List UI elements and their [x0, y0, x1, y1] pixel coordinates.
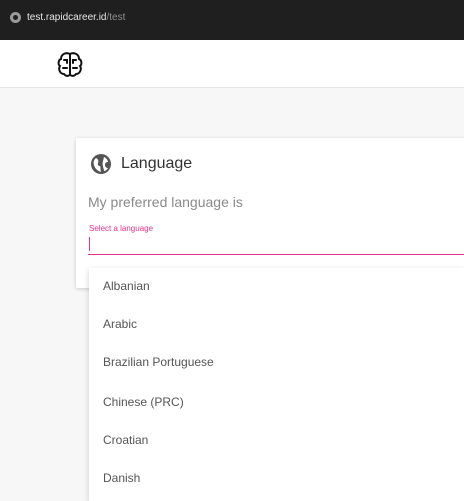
dropdown-option[interactable]: Arabic	[103, 314, 137, 334]
card-header: Language	[90, 153, 192, 175]
dropdown-option[interactable]: Chinese (PRC)	[103, 392, 184, 412]
globe-icon	[91, 154, 111, 174]
language-dropdown[interactable]: Albanian Arabic Brazilian Portuguese Chi…	[89, 268, 464, 501]
card-title: Language	[121, 155, 193, 172]
select-label: Select a language	[89, 224, 154, 233]
app-header	[0, 40, 464, 88]
dropdown-option[interactable]: Croatian	[103, 430, 148, 450]
dropdown-option[interactable]: Albanian	[103, 276, 150, 296]
card-description: My preferred language is	[88, 194, 243, 210]
dropdown-option[interactable]: Danish	[103, 468, 140, 488]
site-info-icon[interactable]	[10, 12, 21, 23]
text-caret	[89, 237, 90, 251]
url-display[interactable]: test.rapidcareer.id /test	[10, 12, 125, 23]
browser-address-bar[interactable]: test.rapidcareer.id /test	[0, 0, 464, 40]
url-path: /test	[106, 12, 126, 23]
url-host: test.rapidcareer.id	[27, 12, 107, 23]
language-card: Language My preferred language is Select…	[76, 138, 464, 288]
language-select-input[interactable]	[88, 235, 464, 255]
brain-icon[interactable]	[56, 51, 84, 79]
dropdown-option[interactable]: Brazilian Portuguese	[103, 352, 214, 372]
